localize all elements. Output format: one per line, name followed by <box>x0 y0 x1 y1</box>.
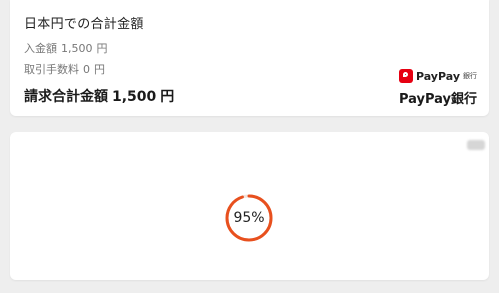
logo-subtext: 銀行 <box>463 72 477 80</box>
paypay-bank-logo: PayPay 銀行 <box>398 68 477 84</box>
deposit-amount-label: 入金額 <box>24 42 57 55</box>
total-label: 請求合計金額 <box>24 89 108 105</box>
fee-unit: 円 <box>94 63 105 76</box>
summary-title: 日本円での合計金額 <box>24 17 144 32</box>
fee-row: 取引手数料 0 円 <box>24 61 105 77</box>
total-unit: 円 <box>160 89 175 105</box>
progress-card: 95% <box>10 132 489 280</box>
fee-value: 0 <box>83 63 90 76</box>
bank-name: PayPay銀行 <box>398 92 477 107</box>
deposit-amount-value: 1,500 <box>61 42 93 55</box>
progress-percent: 95% <box>233 210 265 226</box>
logo-text: PayPay <box>415 69 460 83</box>
total-value: 1,500 <box>112 89 157 105</box>
blurred-close-icon[interactable] <box>467 140 485 150</box>
total-row: 請求合計金額 1,500 円 <box>24 86 174 106</box>
deposit-amount-row: 入金額 1,500 円 <box>24 40 108 56</box>
deposit-amount-unit: 円 <box>96 42 108 55</box>
payment-summary-card: 日本円での合計金額 入金額 1,500 円 取引手数料 0 円 請求合計金額 1,500 円… <box>10 0 489 116</box>
bank-brand: PayPay 銀行 PayPay銀行 <box>399 68 477 107</box>
fee-label: 取引手数料 <box>24 63 79 76</box>
paypay-logo-icon <box>398 69 413 83</box>
progress-indicator: 95% <box>224 193 274 243</box>
